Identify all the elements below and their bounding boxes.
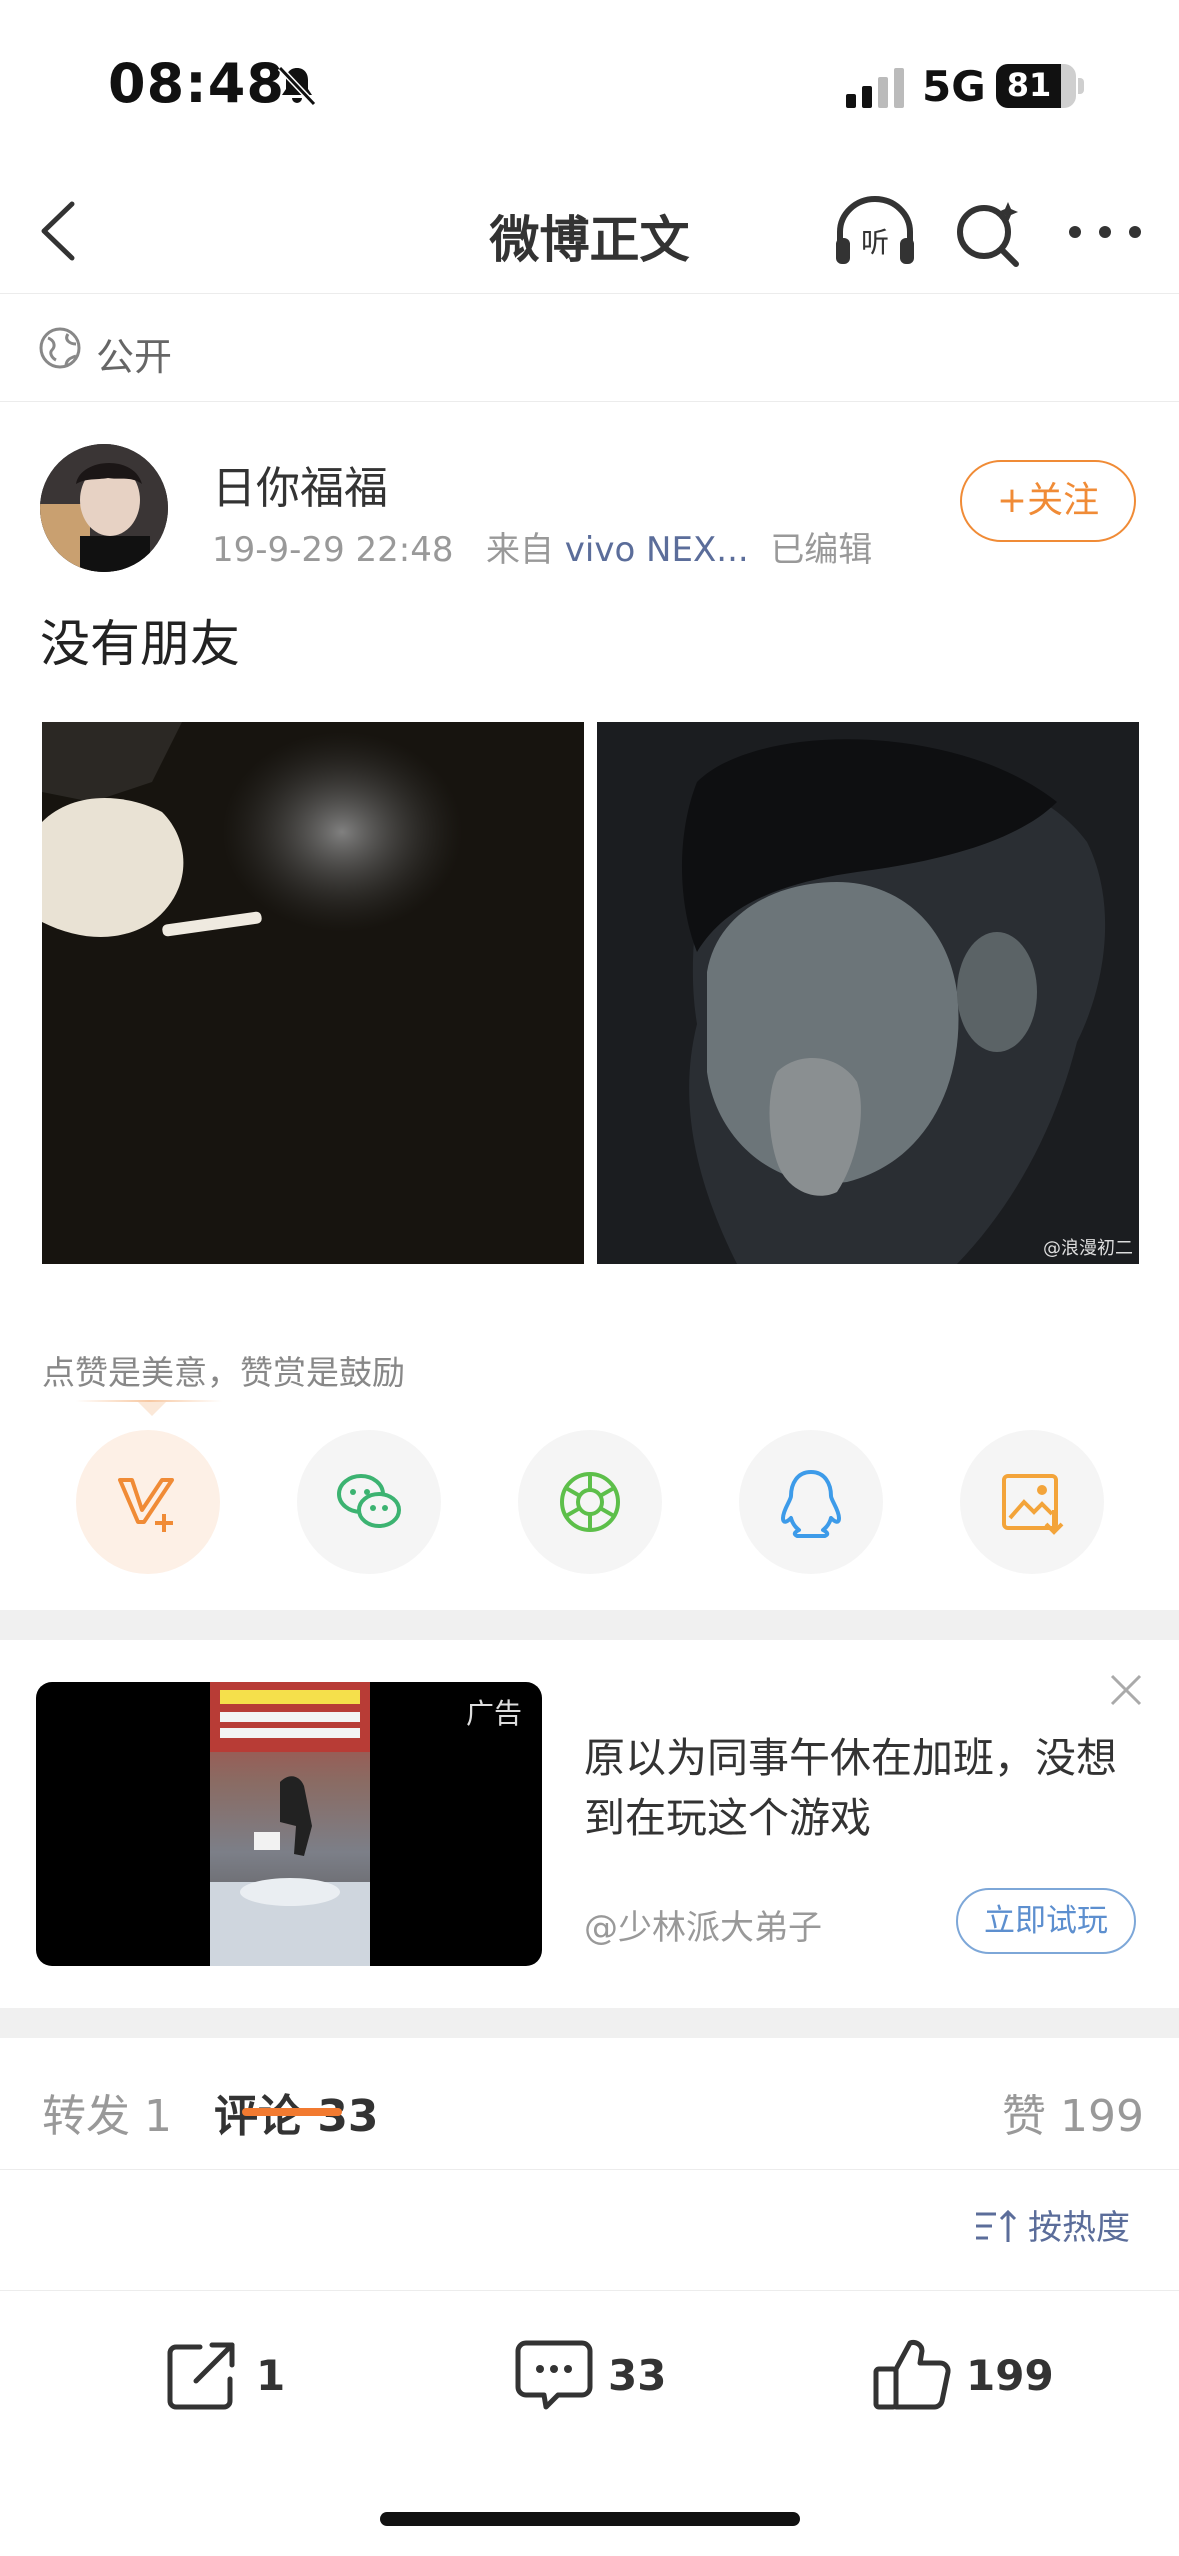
sort-label: 按热度 — [1028, 2208, 1130, 2248]
post-image-2-content — [597, 722, 1139, 1264]
sort-icon — [976, 2209, 1017, 2242]
moments-icon — [560, 1472, 620, 1532]
tab-likes[interactable]: 赞 199 — [1002, 2080, 1144, 2144]
battery-cap — [1078, 78, 1084, 94]
comment-icon — [515, 2340, 593, 2410]
source-prefix: 来自 — [485, 530, 554, 570]
post-text: 没有朋友 — [40, 615, 240, 673]
v-plus-button[interactable] — [76, 1430, 220, 1574]
post-date: 19-9-29 22:48 — [212, 530, 454, 570]
network-type: 5G — [922, 62, 986, 111]
ad-video-thumbnail[interactable]: 广告 — [36, 1682, 542, 1966]
save-image-icon — [1002, 1474, 1064, 1535]
battery-level: 81 — [1006, 66, 1052, 104]
like-count: 199 — [966, 2351, 1054, 2400]
praise-pointer — [138, 1402, 166, 1416]
comment-tabs: 转发 1 评论 33 赞 199 — [0, 2010, 1179, 2170]
battery-icon: 81 — [996, 64, 1076, 108]
follow-button[interactable]: +关注 — [960, 460, 1136, 542]
status-bar: 08:48 5G 81 — [0, 0, 1179, 170]
save-image-button[interactable] — [960, 1430, 1104, 1574]
listen-headphones-icon[interactable]: 听 — [832, 192, 918, 272]
svg-text:听: 听 — [861, 226, 889, 259]
edited-label: 已编辑 — [770, 530, 873, 570]
repost-count: 1 — [256, 2351, 286, 2400]
navigation-bar: 微博正文 听 — [0, 170, 1179, 294]
thumbs-up-icon — [873, 2340, 951, 2410]
ad-photo-content — [210, 1682, 370, 1966]
bell-muted-icon — [277, 65, 317, 107]
more-options-icon[interactable] — [1060, 192, 1150, 272]
image-2-watermark: @浪漫初二 — [1043, 1238, 1133, 1259]
home-indicator[interactable] — [380, 2512, 800, 2526]
comment-count: 33 — [608, 2351, 667, 2400]
try-now-button[interactable]: 立即试玩 — [956, 1888, 1136, 1954]
visibility-row: 公开 — [0, 296, 1179, 402]
wechat-icon — [337, 1474, 401, 1528]
username[interactable]: 日你福福 — [212, 452, 388, 516]
repost-icon — [167, 2342, 235, 2410]
cellular-signal-icon — [846, 68, 904, 108]
post-image-1[interactable] — [42, 722, 584, 1264]
praise-text: 点赞是美意，赞赏是鼓励 — [42, 1353, 405, 1392]
share-qq-button[interactable] — [739, 1430, 883, 1574]
avatar[interactable] — [40, 444, 168, 572]
section-divider — [0, 1610, 1179, 1640]
close-icon[interactable] — [1106, 1670, 1146, 1710]
v-plus-icon — [118, 1478, 174, 1532]
post-source[interactable]: vivo NEX... — [565, 530, 749, 570]
ad-title[interactable]: 原以为同事午休在加班，没想到在玩这个游戏 — [584, 1728, 1144, 1848]
share-moments-button[interactable] — [518, 1430, 662, 1574]
tab-repost[interactable]: 转发 1 — [42, 2080, 172, 2144]
share-wechat-button[interactable] — [297, 1430, 441, 1574]
ad-tag: 广告 — [465, 1697, 522, 1730]
ad-photo — [210, 1682, 370, 1966]
status-time: 08:48 — [108, 52, 285, 115]
post-image-1-content — [42, 722, 584, 1264]
post-meta: 19-9-29 22:48 来自 vivo NEX... 已编辑 — [212, 522, 872, 571]
avatar-image — [40, 444, 168, 572]
search-icon[interactable] — [950, 192, 1030, 272]
visibility-label: 公开 — [96, 335, 173, 379]
post-image-2[interactable]: @浪漫初二 — [597, 722, 1139, 1264]
qq-icon — [781, 1470, 841, 1538]
globe-icon — [39, 327, 81, 369]
ad-user[interactable]: @少林派大弟子 — [584, 1900, 822, 1949]
active-tab-indicator — [242, 2108, 342, 2116]
